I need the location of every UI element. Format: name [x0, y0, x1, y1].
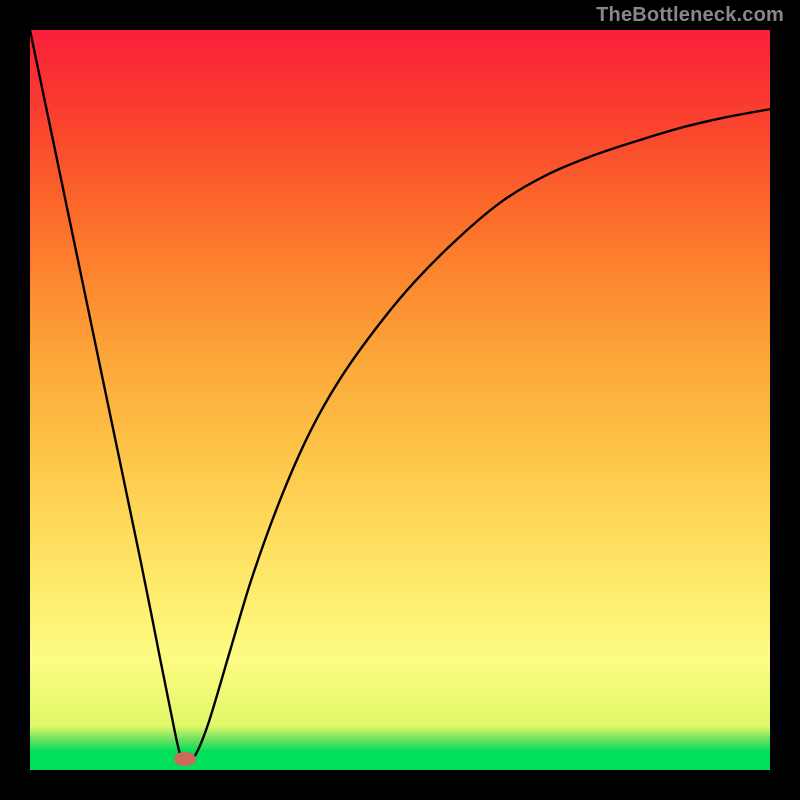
chart-frame: TheBottleneck.com — [0, 0, 800, 800]
plot-area — [30, 30, 770, 770]
optimum-marker — [174, 752, 196, 766]
watermark-text: TheBottleneck.com — [596, 4, 784, 27]
curve-layer — [30, 30, 770, 770]
bottleneck-curve — [30, 30, 770, 764]
